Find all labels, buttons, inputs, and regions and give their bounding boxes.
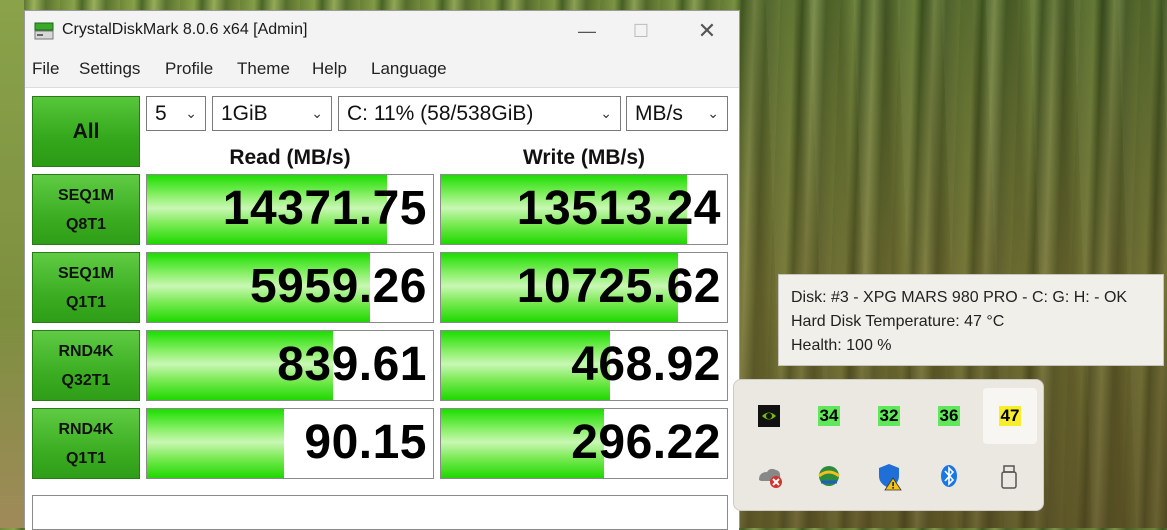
- write-result-rnd4k-q32t1: 468.92: [440, 330, 728, 401]
- read-value: 5959.26: [249, 260, 427, 313]
- menu-theme[interactable]: Theme: [237, 59, 290, 79]
- bluetooth-icon[interactable]: [927, 454, 971, 498]
- chevron-down-icon: ⌄: [707, 105, 719, 121]
- read-value: 14371.75: [222, 182, 427, 235]
- test-params: Q8T1: [65, 216, 106, 233]
- test-params: Q32T1: [61, 372, 111, 389]
- menu-settings[interactable]: Settings: [79, 59, 140, 79]
- disk-temperature-icon[interactable]: 34: [807, 394, 851, 438]
- read-result-seq1m-q8t1: 14371.75: [146, 174, 434, 245]
- disk-temperature-icon[interactable]: 32: [867, 394, 911, 438]
- main-panel: All 5 ⌄ 1GiB ⌄ C: 11% (58/538GiB) ⌄ MB/s…: [25, 87, 739, 530]
- test-button-rnd4k-q32t1[interactable]: RND4K Q32T1: [32, 330, 140, 401]
- disk-info-tooltip: Disk: #3 - XPG MARS 980 PRO - C: G: H: -…: [778, 274, 1164, 366]
- title-bar[interactable]: CrystalDiskMark 8.0.6 x64 [Admin] — ☐ ✕: [25, 11, 739, 53]
- network-globe-icon[interactable]: [807, 454, 851, 498]
- menu-bar: File Settings Profile Theme Help Languag…: [25, 57, 739, 83]
- test-button-seq1m-q8t1[interactable]: SEQ1M Q8T1: [32, 174, 140, 245]
- test-name: RND4K: [58, 343, 114, 360]
- test-button-rnd4k-q1t1[interactable]: RND4K Q1T1: [32, 408, 140, 479]
- test-count-select[interactable]: 5 ⌄: [146, 96, 206, 131]
- read-value: 90.15: [304, 416, 427, 469]
- menu-file[interactable]: File: [32, 59, 59, 79]
- nvidia-icon[interactable]: [747, 394, 791, 438]
- test-params: Q1T1: [65, 294, 106, 311]
- desktop-wallpaper-left: [0, 0, 24, 528]
- tooltip-disk-line: Disk: #3 - XPG MARS 980 PRO - C: G: H: -…: [791, 289, 1128, 306]
- read-value: 839.61: [277, 338, 427, 391]
- crystaldiskmark-window: CrystalDiskMark 8.0.6 x64 [Admin] — ☐ ✕ …: [24, 10, 740, 530]
- maximize-button[interactable]: ☐: [627, 19, 655, 43]
- write-value: 296.22: [571, 416, 721, 469]
- comment-field[interactable]: [32, 495, 728, 530]
- write-result-rnd4k-q1t1: 296.22: [440, 408, 728, 479]
- drive-value: C: 11% (58/538GiB): [347, 102, 534, 125]
- test-name: SEQ1M: [57, 265, 114, 282]
- chevron-down-icon: ⌄: [600, 105, 612, 121]
- chevron-down-icon: ⌄: [185, 105, 197, 121]
- read-result-seq1m-q1t1: 5959.26: [146, 252, 434, 323]
- security-warning-icon[interactable]: [867, 454, 911, 498]
- tooltip-temperature-line: Hard Disk Temperature: 47 °C: [791, 313, 1005, 330]
- disk-temperature-icon-active[interactable]: 47: [983, 388, 1037, 444]
- chevron-down-icon: ⌄: [311, 105, 323, 121]
- tray-overflow-flyout: 34 32 36 47: [733, 379, 1044, 511]
- temperature-value: 36: [937, 406, 961, 426]
- temperature-value: 47: [998, 406, 1022, 426]
- tooltip-health-line: Health: 100 %: [791, 337, 892, 354]
- test-button-seq1m-q1t1[interactable]: SEQ1M Q1T1: [32, 252, 140, 323]
- write-column-header: Write (MB/s): [522, 146, 646, 169]
- unit-value: MB/s: [635, 102, 683, 125]
- crystaldiskmark-app-icon: [34, 22, 54, 40]
- window-title: CrystalDiskMark 8.0.6 x64 [Admin]: [62, 21, 308, 38]
- read-column-header: Read (MB/s): [229, 146, 351, 169]
- test-name: RND4K: [58, 421, 114, 438]
- score-bar: [147, 409, 285, 478]
- onedrive-error-icon[interactable]: [747, 454, 791, 498]
- test-size-value: 1GiB: [221, 102, 268, 125]
- unit-select[interactable]: MB/s ⌄: [626, 96, 728, 131]
- test-size-select[interactable]: 1GiB ⌄: [212, 96, 332, 131]
- temperature-value: 34: [817, 406, 841, 426]
- write-value: 468.92: [571, 338, 721, 391]
- write-value: 10725.62: [516, 260, 721, 313]
- test-name: SEQ1M: [57, 187, 114, 204]
- read-result-rnd4k-q32t1: 839.61: [146, 330, 434, 401]
- all-tests-button[interactable]: All: [32, 96, 140, 167]
- menu-help[interactable]: Help: [312, 59, 347, 79]
- read-result-rnd4k-q1t1: 90.15: [146, 408, 434, 479]
- write-result-seq1m-q1t1: 10725.62: [440, 252, 728, 323]
- disk-temperature-icon[interactable]: 36: [927, 394, 971, 438]
- minimize-button[interactable]: —: [573, 19, 601, 43]
- menu-language[interactable]: Language: [371, 59, 447, 79]
- temperature-value: 32: [877, 406, 901, 426]
- write-value: 13513.24: [516, 182, 721, 235]
- test-count-value: 5: [155, 102, 167, 125]
- test-params: Q1T1: [65, 450, 106, 467]
- usb-drive-icon[interactable]: [987, 454, 1031, 498]
- close-button[interactable]: ✕: [693, 19, 721, 43]
- drive-select[interactable]: C: 11% (58/538GiB) ⌄: [338, 96, 621, 131]
- menu-profile[interactable]: Profile: [165, 59, 213, 79]
- write-result-seq1m-q8t1: 13513.24: [440, 174, 728, 245]
